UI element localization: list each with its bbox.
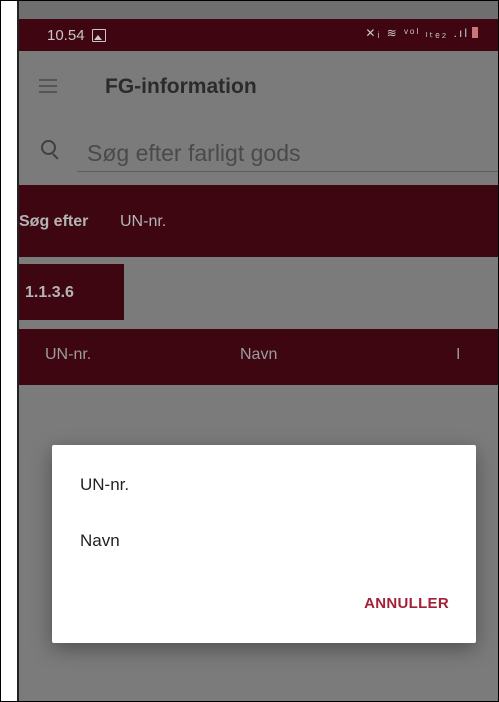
battery-icon	[472, 27, 478, 38]
filter-chip-label: 1.1.3.6	[25, 284, 74, 301]
search-by-bar[interactable]: Søg efter UN-nr.	[19, 185, 498, 257]
gallery-icon	[92, 29, 106, 42]
column-header-un[interactable]: UN-nr.	[45, 346, 91, 364]
cancel-button[interactable]: ANNULLER	[364, 595, 449, 612]
signal-icons: ✕ᵢ ≋ ᵛᵒˡ ₗₜₑ₂ .ıl	[365, 26, 469, 40]
menu-icon[interactable]	[39, 79, 57, 93]
top-strip	[18, 1, 498, 19]
search-by-label: Søg efter	[19, 213, 89, 230]
app-bar: FG-information	[19, 51, 498, 123]
filter-chip-1136[interactable]: 1.1.3.6	[19, 264, 124, 320]
dialog-option-navn[interactable]: Navn	[80, 531, 120, 551]
search-bar	[19, 123, 498, 185]
search-input[interactable]	[77, 135, 498, 172]
search-by-value: UN-nr.	[120, 213, 167, 230]
dialog-option-un[interactable]: UN-nr.	[80, 475, 129, 495]
column-header-third[interactable]: I	[456, 346, 460, 364]
app-title: FG-information	[105, 75, 257, 98]
phone-screen: 10.54 ✕ᵢ ≋ ᵛᵒˡ ₗₜₑ₂ .ıl FG-information S…	[0, 0, 499, 702]
status-bar: 10.54 ✕ᵢ ≋ ᵛᵒˡ ₗₜₑ₂ .ıl	[19, 19, 498, 51]
search-by-dialog: UN-nr. Navn ANNULLER	[52, 445, 476, 643]
search-icon	[41, 140, 56, 155]
column-header-navn[interactable]: Navn	[240, 346, 277, 364]
filter-area: 1.1.3.6	[19, 257, 498, 329]
status-time: 10.54	[47, 27, 85, 44]
status-icons: ✕ᵢ ≋ ᵛᵒˡ ₗₜₑ₂ .ıl	[365, 26, 478, 40]
table-header: UN-nr. Navn I	[19, 329, 498, 385]
